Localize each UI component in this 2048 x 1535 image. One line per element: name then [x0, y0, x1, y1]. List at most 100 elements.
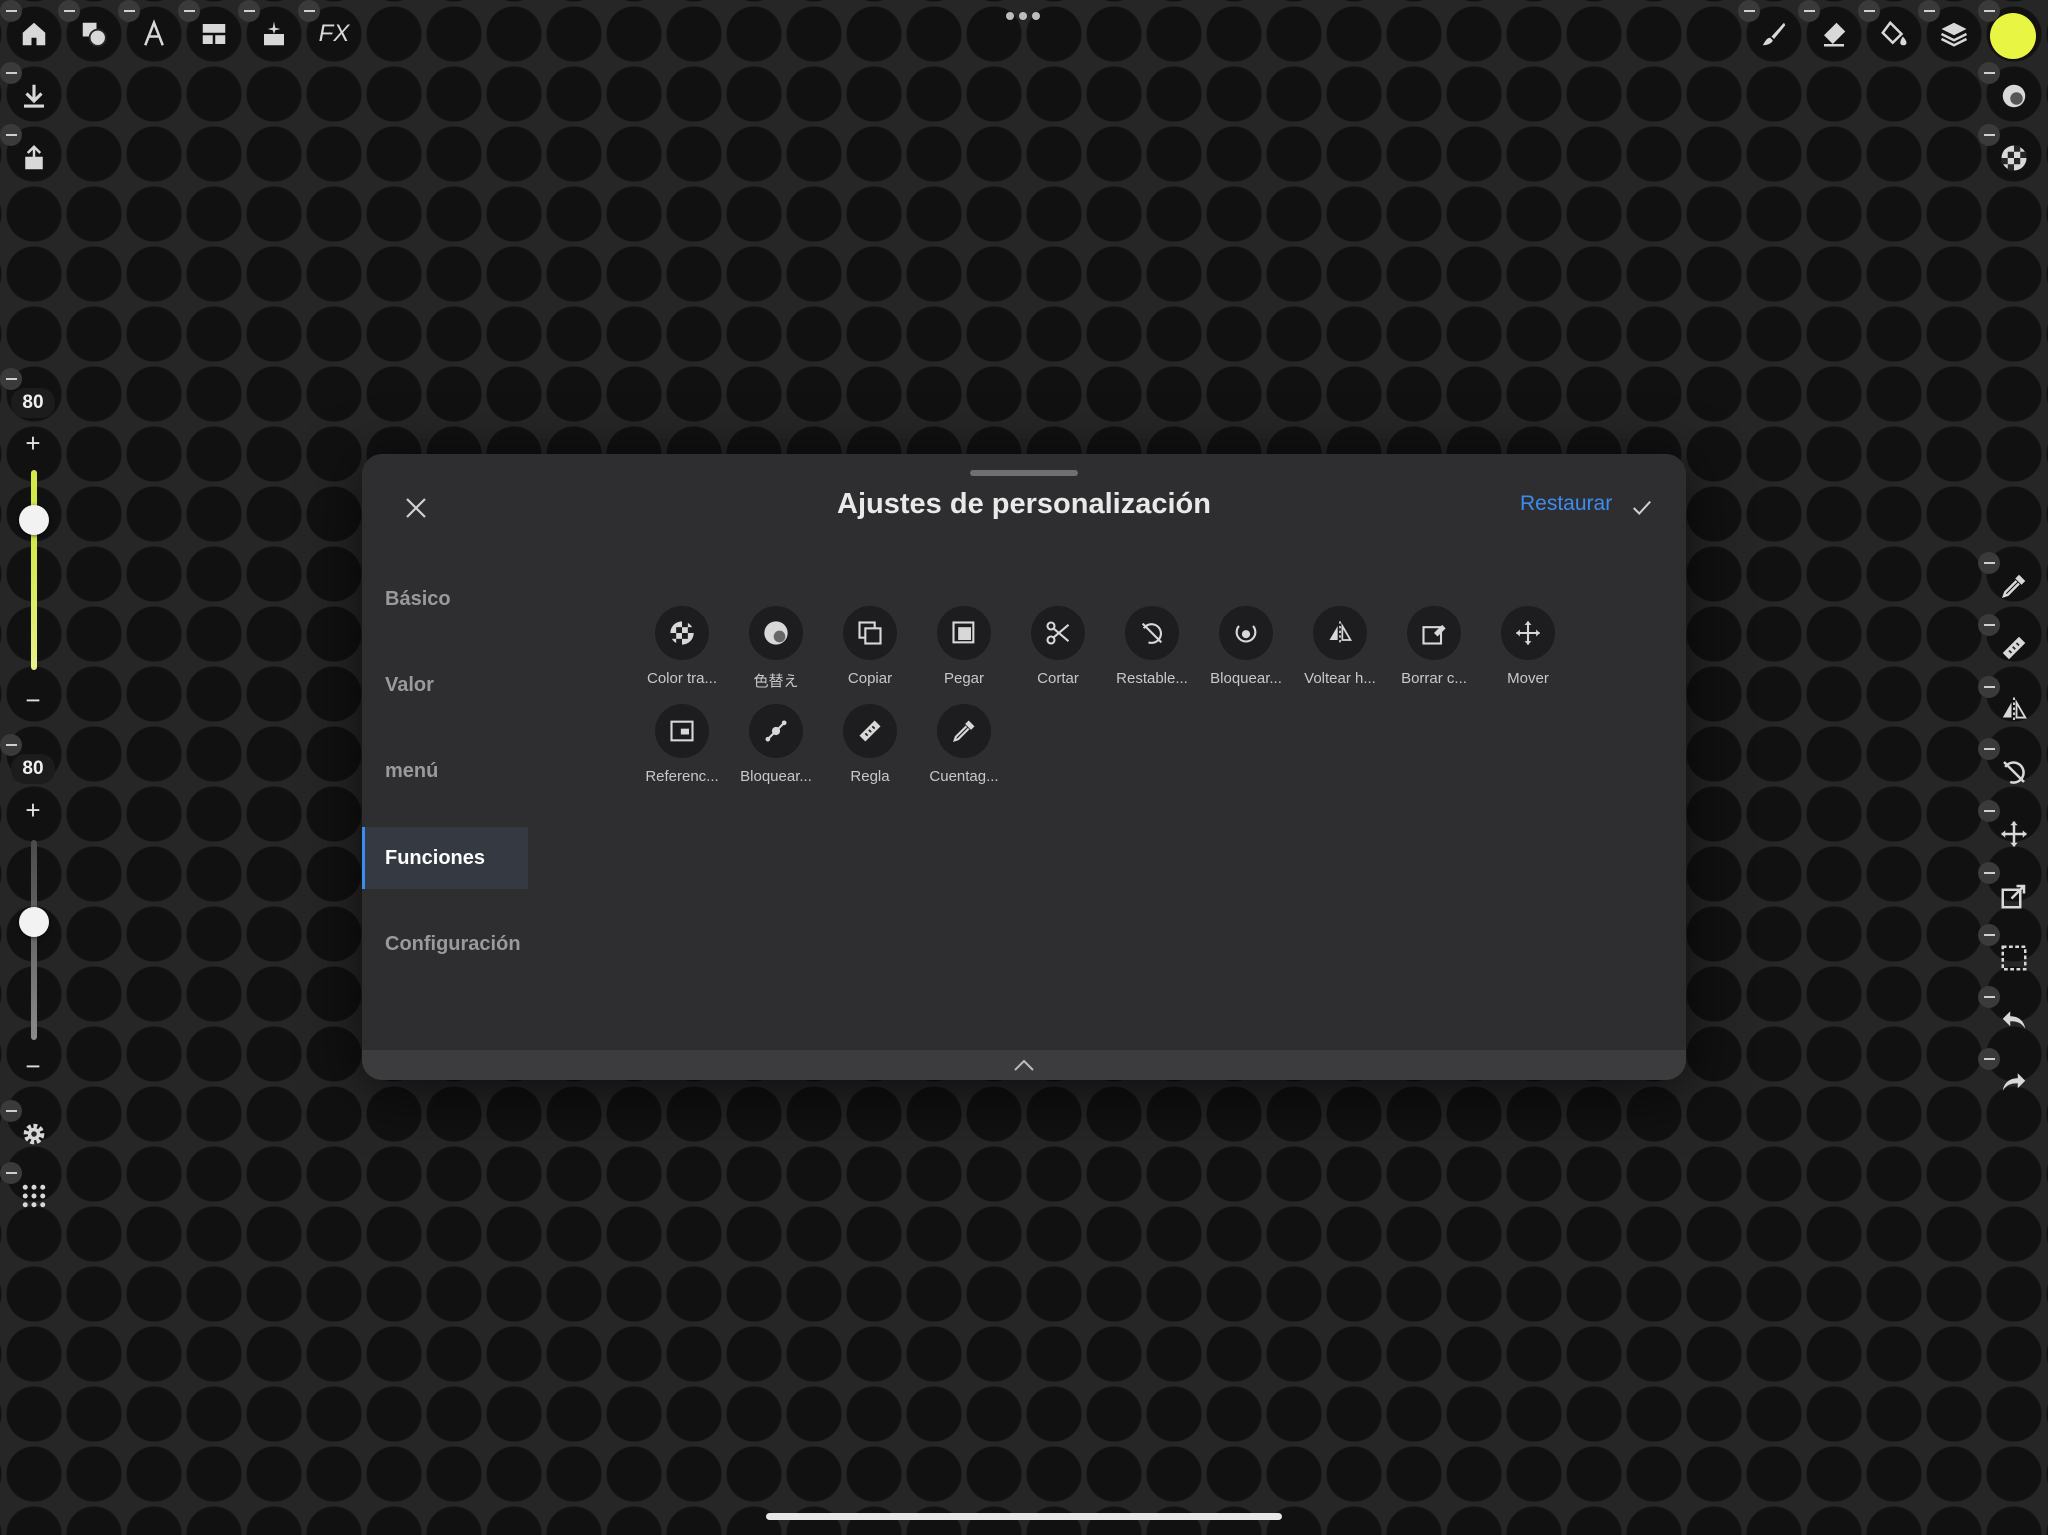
sidebar-item-configuracion[interactable]: Configuración	[362, 913, 528, 975]
function-eyedropper[interactable]: Cuentag...	[918, 704, 1010, 785]
size-slider-track[interactable]	[31, 470, 37, 670]
text-button[interactable]	[132, 12, 176, 56]
redo-button[interactable]	[1992, 1060, 2036, 1104]
function-reference[interactable]: Referenc...	[636, 704, 728, 785]
more-options-dots[interactable]	[1006, 12, 1040, 20]
right-move-button[interactable]	[1992, 812, 2036, 856]
function-label: Referenc...	[645, 768, 719, 785]
size-increase-button[interactable]: +	[13, 423, 53, 463]
fx-button[interactable]: FX	[312, 12, 356, 56]
function-paste[interactable]: Pegar	[918, 606, 1010, 687]
home-icon	[22, 22, 46, 46]
restore-button[interactable]: Restaurar	[1520, 492, 1612, 516]
gear-icon	[23, 1123, 45, 1145]
download-button[interactable]	[12, 74, 56, 118]
function-label: Pegar	[943, 670, 985, 687]
function-label: Cuentag...	[929, 768, 999, 785]
brush-button[interactable]	[1752, 12, 1796, 56]
chevron-up-icon	[1014, 1059, 1034, 1071]
opacity-slider-thumb[interactable]	[19, 907, 49, 937]
current-color-swatch[interactable]	[1990, 13, 2036, 59]
text-icon	[144, 19, 164, 46]
right-color-swap-button[interactable]	[1992, 74, 2036, 118]
function-flip-horizontal[interactable]: Voltear h...	[1294, 606, 1386, 687]
right-selection-button[interactable]	[1992, 936, 2036, 980]
size-decrease-button[interactable]: −	[13, 680, 53, 720]
right-ruler-button[interactable]	[1992, 626, 2036, 670]
scissors-icon	[1046, 621, 1070, 645]
dialog-grabber[interactable]	[970, 470, 1078, 476]
right-rotate-reset-button[interactable]	[1992, 750, 2036, 794]
sidebar-item-valor[interactable]: Valor	[362, 654, 528, 716]
function-color-swap[interactable]: 色替え	[730, 606, 822, 691]
remove-size-slider-badge[interactable]	[0, 368, 22, 390]
flip-horizontal-icon	[1329, 621, 1353, 645]
shapes-button[interactable]	[72, 12, 116, 56]
function-label: Copiar	[847, 670, 893, 687]
function-label: Color tra...	[646, 670, 718, 687]
function-label: 色替え	[753, 673, 799, 690]
copy-icon	[858, 621, 882, 645]
settings-button[interactable]	[12, 1112, 56, 1156]
sparkle-button[interactable]	[252, 12, 296, 56]
function-label: Borrar c...	[1401, 670, 1467, 687]
home-indicator[interactable]	[766, 1513, 1282, 1520]
undo-icon	[2002, 1011, 2026, 1029]
sidebar-item-funciones[interactable]: Funciones	[362, 827, 528, 889]
function-label: Bloquear...	[1210, 670, 1282, 687]
flip-horizontal-icon	[2002, 697, 2027, 723]
home-button[interactable]	[12, 12, 56, 56]
function-copy[interactable]: Copiar	[824, 606, 916, 687]
brush-icon	[1762, 22, 1786, 46]
right-flip-button[interactable]	[1992, 688, 2036, 732]
eraser-button[interactable]	[1812, 12, 1856, 56]
confirm-button[interactable]	[1624, 490, 1660, 526]
apps-grid-button[interactable]	[12, 1174, 56, 1218]
clear-layer-icon	[1422, 624, 1446, 645]
function-cut[interactable]: Cortar	[1012, 606, 1104, 687]
sparkle-icon	[264, 21, 284, 46]
layout-icon	[202, 24, 226, 44]
rotate-reset-icon	[2003, 761, 2025, 784]
rotate-reset-icon	[1141, 622, 1163, 644]
function-label: Cortar	[1037, 670, 1079, 687]
paste-icon	[952, 621, 975, 644]
move-icon	[1516, 621, 1540, 645]
fill-button[interactable]	[1872, 12, 1916, 56]
eraser-icon	[1824, 22, 1846, 47]
dialog-footer-handle[interactable]	[362, 1050, 1686, 1080]
sidebar-item-menu[interactable]: menú	[362, 740, 528, 802]
function-ruler[interactable]: Regla	[824, 704, 916, 785]
redo-icon	[2002, 1073, 2026, 1091]
function-label: Bloquear...	[740, 768, 812, 785]
remove-opacity-slider-badge[interactable]	[0, 734, 22, 756]
checker-icon	[670, 621, 694, 645]
opacity-slider-track[interactable]	[31, 840, 37, 1040]
share-button[interactable]	[12, 136, 56, 180]
right-transparent-color-button[interactable]	[1992, 136, 2036, 180]
right-transform-button[interactable]	[1992, 874, 2036, 918]
function-clear-layer[interactable]: Borrar c...	[1388, 606, 1480, 687]
function-reset-rotation[interactable]: Restable...	[1106, 606, 1198, 687]
layout-button[interactable]	[192, 12, 236, 56]
sidebar-item-basico[interactable]: Básico	[362, 568, 528, 630]
download-icon	[24, 84, 44, 108]
fill-icon	[1881, 20, 1907, 46]
move-icon	[2001, 821, 2027, 847]
function-transparent-color[interactable]: Color tra...	[636, 606, 728, 687]
function-move[interactable]: Mover	[1482, 606, 1574, 687]
eyedropper-icon	[953, 720, 975, 742]
checkmark-icon	[1633, 500, 1651, 515]
undo-button[interactable]	[1992, 998, 2036, 1042]
function-lock-stroke[interactable]: Bloquear...	[730, 704, 822, 785]
layers-button[interactable]	[1932, 12, 1976, 56]
grid-dots-icon	[22, 1184, 46, 1208]
opacity-increase-button[interactable]: +	[13, 790, 53, 830]
size-slider-thumb[interactable]	[19, 505, 49, 535]
right-eyedropper-button[interactable]	[1992, 564, 2036, 608]
function-lock-rotation[interactable]: Bloquear...	[1200, 606, 1292, 687]
function-label: Regla	[850, 768, 890, 785]
layers-icon	[1940, 22, 1968, 47]
ruler-icon	[859, 720, 881, 742]
opacity-decrease-button[interactable]: −	[13, 1046, 53, 1086]
